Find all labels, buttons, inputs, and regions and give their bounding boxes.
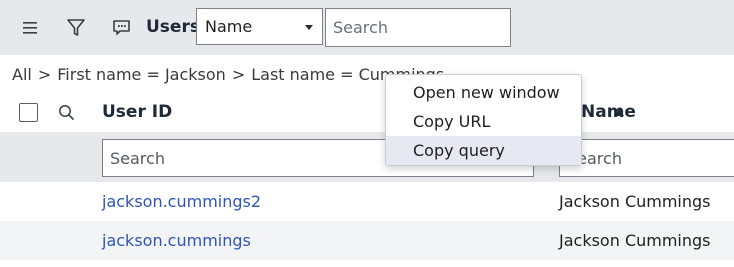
breadcrumb-item-all[interactable]: All — [12, 65, 32, 84]
chat-bubble-icon[interactable] — [112, 19, 132, 37]
filter-icon[interactable] — [66, 18, 86, 38]
chevron-down-icon — [305, 25, 313, 30]
menu-item-copy-query[interactable]: Copy query — [386, 136, 581, 165]
column-header-name[interactable]: Name — [581, 102, 636, 122]
search-field-select-value: Name — [205, 17, 253, 36]
select-all-checkbox[interactable] — [19, 103, 38, 122]
search-field-select[interactable]: Name — [196, 8, 323, 45]
hamburger-menu-icon[interactable] — [22, 20, 40, 36]
breadcrumb-separator: > — [37, 65, 52, 84]
user-name-cell: Jackson Cummings — [559, 231, 711, 250]
breadcrumb-item-first-name[interactable]: First name = Jackson — [57, 65, 226, 84]
list-title: Users — [146, 17, 200, 37]
column-header-user-id[interactable]: User ID — [102, 102, 172, 122]
user-name-cell: Jackson Cummings — [559, 192, 711, 211]
menu-item-copy-url[interactable]: Copy URL — [386, 107, 581, 136]
context-menu: Open new window Copy URL Copy query — [385, 74, 582, 166]
user-id-link[interactable]: jackson.cummings2 — [102, 192, 261, 211]
list-view: Users Name All>First name = Jackson>Last… — [0, 0, 734, 267]
user-id-link[interactable]: jackson.cummings — [102, 231, 251, 250]
table-row: jackson.cummings Jackson Cummings — [0, 221, 734, 260]
sort-ascending-icon — [614, 109, 624, 116]
list-search-input[interactable] — [325, 8, 511, 47]
breadcrumb: All > First name = Jackson > Last name = Cum… — [12, 65, 444, 84]
list-toolbar: Users Name — [0, 0, 734, 55]
search-icon[interactable] — [57, 103, 77, 123]
table-row: jackson.cummings2 Jackson Cummings — [0, 182, 734, 221]
breadcrumb-separator: > — [231, 65, 246, 84]
menu-item-open-new-window[interactable]: Open new window — [386, 78, 581, 107]
name-filter-input[interactable] — [559, 139, 734, 177]
